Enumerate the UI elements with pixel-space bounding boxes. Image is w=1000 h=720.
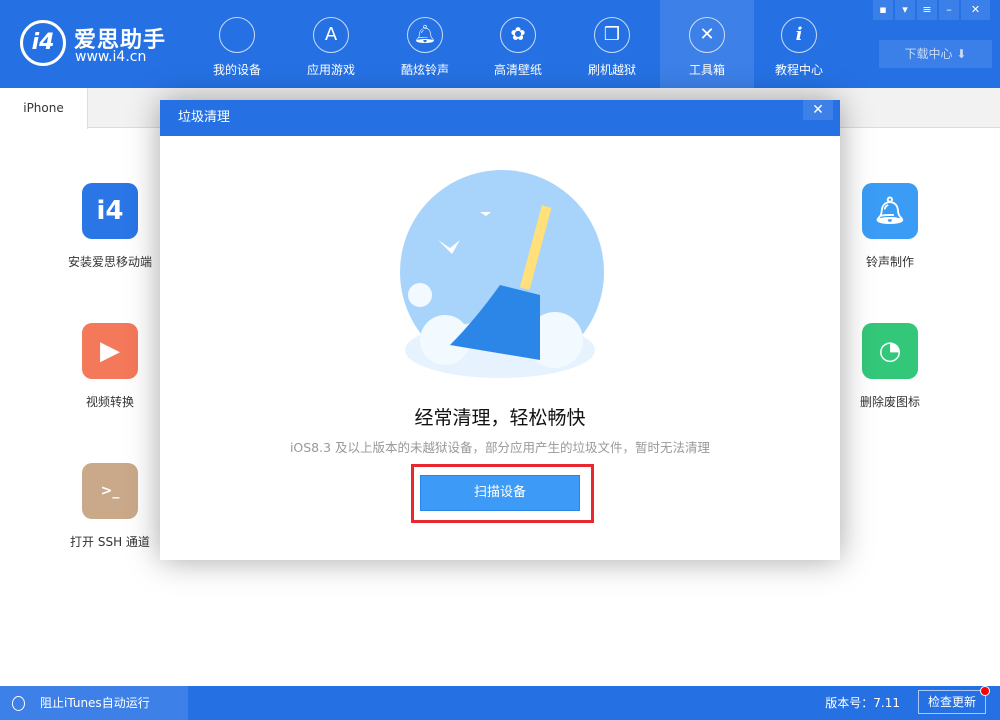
download-center-label: 下载中心	[905, 47, 953, 61]
tool-label: 安装爱思移动端	[40, 253, 180, 270]
nav-label: 教程中心	[752, 61, 846, 78]
nav-label: 高清壁纸	[471, 61, 565, 78]
pie-icon: ◔	[862, 323, 918, 379]
terminal-icon: >_	[82, 463, 138, 519]
version-label: 版本号：7.11	[825, 686, 900, 720]
dialog-headline: 经常清理，轻松畅快	[160, 403, 840, 430]
tool-label: 铃声制作	[820, 253, 960, 270]
broom-illustration	[390, 160, 610, 390]
i4-icon: i4	[82, 183, 138, 239]
tool-delete-icons[interactable]: ◔ 删除废图标	[820, 323, 960, 410]
bell-plus-icon: 🔔︎	[862, 183, 918, 239]
nav-label: 应用游戏	[284, 61, 378, 78]
box-icon: ❒	[594, 17, 630, 53]
apple-icon	[219, 17, 255, 53]
nav-toolbox[interactable]: ✕ 工具箱	[660, 0, 754, 88]
brand-url: www.i4.cn	[75, 49, 146, 65]
menu-icon[interactable]: ≡	[917, 0, 937, 20]
tool-label: 打开 SSH 通道	[40, 533, 180, 550]
radio-icon	[12, 696, 25, 711]
close-icon[interactable]: ✕	[961, 0, 990, 20]
tool-ssh[interactable]: >_ 打开 SSH 通道	[40, 463, 180, 550]
nav-my-device[interactable]: 我的设备	[190, 0, 284, 88]
status-bar: 阻止iTunes自动运行 版本号：7.11 检查更新	[0, 686, 1000, 720]
nav-flash-jailbreak[interactable]: ❒ 刷机越狱	[565, 0, 659, 88]
tab-iphone[interactable]: iPhone	[0, 88, 88, 129]
dialog-close-icon[interactable]: ✕	[803, 100, 833, 120]
tool-label: 删除废图标	[820, 393, 960, 410]
tool-install-mobile[interactable]: i4 安装爱思移动端	[40, 183, 180, 270]
nav-wallpapers[interactable]: ✿ 高清壁纸	[471, 0, 565, 88]
play-icon: ▶	[82, 323, 138, 379]
window-controls: ▪ ▾ ≡ – ✕	[873, 0, 990, 20]
itunes-label: 阻止iTunes自动运行	[40, 696, 150, 710]
dialog-title: 垃圾清理	[160, 100, 840, 136]
app-store-icon: A	[313, 17, 349, 53]
update-badge-dot	[980, 686, 990, 696]
skin-icon[interactable]: ▾	[895, 0, 915, 20]
feedback-icon[interactable]: ▪	[873, 0, 893, 20]
check-update-button[interactable]: 检查更新	[918, 690, 986, 714]
top-header: i4 爱思助手 www.i4.cn 我的设备 A应用游戏 🔔︎酷炫铃声 ✿高清壁…	[0, 0, 1000, 88]
dialog-subtext: iOS8.3 及以上版本的未越狱设备，部分应用产生的垃圾文件，暂时无法清理	[160, 437, 840, 456]
info-icon: i	[781, 17, 817, 53]
tools-icon: ✕	[689, 17, 725, 53]
flower-icon: ✿	[500, 17, 536, 53]
tool-video-convert[interactable]: ▶ 视频转换	[40, 323, 180, 410]
nav-label: 工具箱	[660, 61, 754, 78]
nav-apps-games[interactable]: A 应用游戏	[284, 0, 378, 88]
nav-label: 酷炫铃声	[378, 61, 472, 78]
nav-label: 我的设备	[190, 61, 284, 78]
tool-ringtone-maker[interactable]: 🔔︎ 铃声制作	[820, 183, 960, 270]
minimize-icon[interactable]: –	[939, 0, 959, 20]
app-logo: i4	[20, 20, 66, 66]
junk-clean-dialog: 垃圾清理 ✕ 经常清理，轻松畅快 iOS8.3 及以上版本的未越狱设备，部分应用…	[160, 100, 840, 560]
tool-label: 视频转换	[40, 393, 180, 410]
nav-tutorials[interactable]: i 教程中心	[752, 0, 846, 88]
scan-device-button[interactable]: 扫描设备	[420, 475, 580, 511]
nav-label: 刷机越狱	[565, 61, 659, 78]
nav-ringtones[interactable]: 🔔︎ 酷炫铃声	[378, 0, 472, 88]
bell-icon: 🔔︎	[407, 17, 443, 53]
block-itunes-toggle[interactable]: 阻止iTunes自动运行	[0, 686, 188, 720]
download-center-button[interactable]: 下载中心 ⬇	[879, 40, 992, 68]
download-icon: ⬇	[956, 47, 966, 61]
